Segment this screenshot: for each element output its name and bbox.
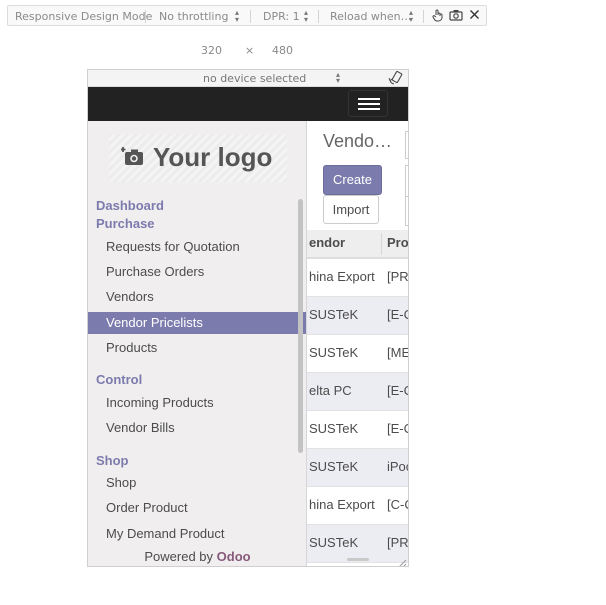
- device-caret-icon: ▴ ▾: [336, 70, 341, 85]
- resize-handle-icon[interactable]: [395, 554, 407, 566]
- import-button[interactable]: Import: [323, 195, 379, 224]
- column-header-product[interactable]: Pro: [387, 235, 408, 250]
- create-button[interactable]: Create: [323, 165, 382, 195]
- product-cell: [PR: [387, 269, 408, 284]
- search-box-edge[interactable]: [405, 131, 408, 159]
- product-cell: [E-C: [387, 421, 408, 436]
- company-logo[interactable]: Your logo: [109, 134, 287, 182]
- hamburger-menu-button[interactable]: [348, 90, 388, 117]
- toolbar-divider: [145, 10, 146, 23]
- product-cell: [ME: [387, 345, 408, 360]
- responsive-design-toolbar: Responsive Design Mode No throttling ▴ ▾ …: [7, 5, 487, 26]
- toolbar-divider: [423, 10, 424, 23]
- menu-section-purchase: Purchase: [96, 216, 155, 231]
- control-edge[interactable]: [405, 196, 408, 226]
- table-row[interactable]: SUSTeK [ME: [307, 335, 408, 373]
- table-row[interactable]: SUSTeK [E-C: [307, 411, 408, 449]
- throttling-caret-icon: ▴ ▾: [235, 8, 240, 24]
- hamburger-icon: [358, 103, 380, 105]
- sidebar: Your logo Dashboard Purchase Requests fo…: [88, 121, 307, 566]
- horizontal-scrollbar[interactable]: [347, 558, 369, 561]
- hamburger-icon: [358, 108, 380, 110]
- sidebar-item-products[interactable]: Products: [88, 337, 306, 359]
- table-row[interactable]: SUSTeK [E-C: [307, 297, 408, 335]
- table-row[interactable]: elta PC [E-C: [307, 373, 408, 411]
- device-viewport: no device selected ▴ ▾ Your logo Dashboar…: [87, 69, 409, 567]
- sidebar-item-purchase-orders[interactable]: Purchase Orders: [88, 261, 306, 283]
- menu-section-dashboard[interactable]: Dashboard: [96, 198, 164, 213]
- sidebar-item-vendor-pricelists[interactable]: Vendor Pricelists: [88, 312, 306, 334]
- page-title: Vendo…: [323, 131, 393, 151]
- device-selector-bar[interactable]: no device selected ▴ ▾: [88, 70, 408, 87]
- powered-by-footer: Powered by Odoo: [88, 549, 306, 566]
- menu-section-control: Control: [96, 372, 143, 387]
- hamburger-icon: [358, 98, 380, 100]
- logo-text: Your logo: [153, 142, 273, 172]
- vendor-cell: SUSTeK: [309, 421, 359, 436]
- table-row[interactable]: SUSTeK iPoc: [307, 449, 408, 487]
- sidebar-item-requests-for-quotation[interactable]: Requests for Quotation: [88, 236, 306, 258]
- vendor-cell: hina Export: [309, 497, 375, 512]
- control-edge[interactable]: [405, 165, 408, 197]
- device-select[interactable]: no device selected: [203, 72, 306, 85]
- product-cell: [C-C: [387, 497, 408, 512]
- sidebar-item-vendors[interactable]: Vendors: [88, 286, 306, 308]
- sidebar-item-my-demand-product[interactable]: My Demand Product: [88, 523, 306, 545]
- camera-plus-icon: [120, 146, 145, 170]
- toolbar-divider: [250, 10, 251, 23]
- close-icon[interactable]: [469, 9, 480, 23]
- product-cell: [PR: [387, 535, 408, 550]
- column-header-vendor[interactable]: endor: [309, 235, 345, 250]
- table-header: endor Pro: [307, 230, 408, 259]
- vendor-cell: SUSTeK: [309, 535, 359, 550]
- top-navbar: [88, 87, 408, 121]
- rotate-device-icon[interactable]: [388, 70, 404, 88]
- table-row[interactable]: hina Export [C-C: [307, 487, 408, 525]
- screenshot-icon[interactable]: [449, 9, 463, 24]
- vendor-cell: hina Export: [309, 269, 375, 284]
- touch-icon[interactable]: [432, 9, 444, 25]
- reload-select[interactable]: Reload when…: [330, 10, 412, 23]
- sidebar-scrollbar[interactable]: [298, 199, 303, 453]
- sidebar-item-vendor-bills[interactable]: Vendor Bills: [88, 417, 306, 439]
- vendor-cell: SUSTeK: [309, 459, 359, 474]
- vendor-cell: SUSTeK: [309, 307, 359, 322]
- odoo-brand-link[interactable]: Odoo: [217, 549, 251, 564]
- sidebar-item-shop[interactable]: Shop: [88, 472, 306, 494]
- dpr-select[interactable]: DPR: 1: [263, 10, 300, 23]
- vendor-cell: SUSTeK: [309, 345, 359, 360]
- responsive-mode-label: Responsive Design Mode: [15, 10, 153, 23]
- table-row[interactable]: hina Export [PR: [307, 259, 408, 297]
- column-divider: [381, 233, 382, 255]
- powered-by-text: Powered by: [144, 549, 214, 564]
- vendor-cell: elta PC: [309, 383, 352, 398]
- menu-section-shop: Shop: [96, 453, 129, 468]
- throttling-select[interactable]: No throttling: [159, 10, 228, 23]
- toolbar-divider: [318, 10, 319, 23]
- viewport-size-separator: ×: [245, 44, 255, 57]
- product-cell: [E-C: [387, 307, 408, 322]
- sidebar-item-order-product[interactable]: Order Product: [88, 497, 306, 519]
- sidebar-item-incoming-products[interactable]: Incoming Products: [88, 392, 306, 414]
- dpr-caret-icon: ▴ ▾: [304, 8, 309, 24]
- product-cell: [E-C: [387, 383, 408, 398]
- viewport-height-value[interactable]: 480: [272, 44, 293, 57]
- viewport-width-value[interactable]: 320: [201, 44, 222, 57]
- reload-caret-icon: ▴ ▾: [409, 8, 414, 24]
- main-content: Vendo… Create Import endor Pro hina Expo…: [307, 121, 408, 566]
- product-cell: iPoc: [387, 459, 408, 474]
